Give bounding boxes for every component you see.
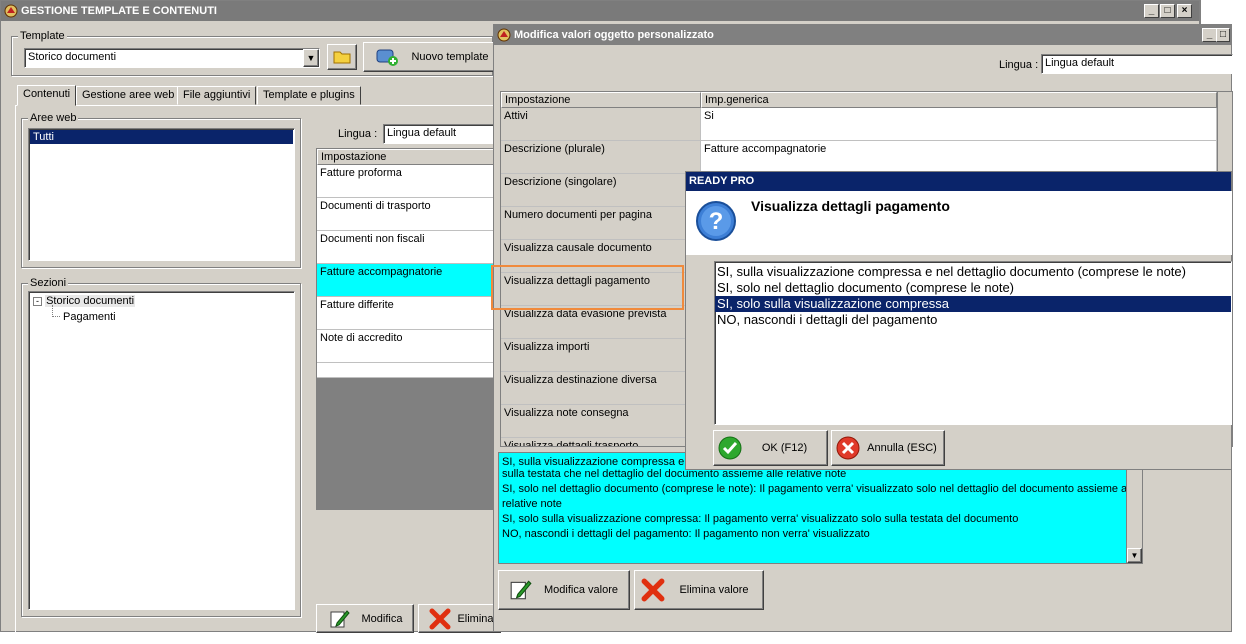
template-select[interactable]: Storico documenti ▼ (24, 48, 320, 68)
minimize-button[interactable]: _ (1144, 4, 1159, 18)
folder-icon (333, 51, 351, 64)
table-row[interactable]: Documenti non fiscali (317, 231, 502, 264)
delete-button[interactable]: Elimina (418, 604, 501, 633)
main-title: GESTIONE TEMPLATE E CONTENUTI (21, 5, 217, 17)
edit-icon (330, 609, 350, 627)
setting-cell[interactable]: Numero documenti per pagina (501, 207, 701, 240)
setting-cell[interactable]: Visualizza dettagli trasporto (501, 438, 701, 446)
new-template-icon (376, 49, 398, 66)
value-cell[interactable]: Fatture accompagnatorie (701, 141, 1217, 174)
svg-text:?: ? (709, 208, 724, 235)
tab-strip: Contenuti Gestione aree web File aggiunt… (17, 85, 497, 106)
tab-template-plugins[interactable]: Template e plugins (257, 86, 361, 105)
maximize-button[interactable]: □ (1160, 4, 1175, 18)
description-line: relative note (502, 498, 562, 510)
main-title-bar: GESTIONE TEMPLATE E CONTENUTI _ □ × (1, 1, 1199, 21)
settings-grid: Impostazione Fatture proforma Documenti d… (316, 148, 502, 510)
description-line: SI, solo nel dettaglio documento (compre… (502, 483, 1139, 495)
table-row[interactable]: Fatture differite (317, 297, 502, 330)
collapse-icon[interactable]: - (33, 296, 42, 306)
check-icon (718, 436, 742, 460)
sezioni-tree[interactable]: - Storico documenti Pagamenti (28, 291, 295, 610)
setting-cell[interactable]: Attivi (501, 108, 701, 141)
tree-child[interactable]: Pagamenti (63, 311, 116, 323)
delete-value-button[interactable]: Elimina valore (634, 570, 764, 610)
tab-contenuti[interactable]: Contenuti (17, 85, 77, 106)
dialog-title-bar: READY PRO (686, 172, 1231, 191)
edit-title: Modifica valori oggetto personalizzato (514, 29, 714, 41)
open-folder-button[interactable] (327, 44, 357, 70)
lingua-select[interactable]: Lingua default (383, 124, 501, 144)
option-item[interactable]: NO, nascondi i dettagli del pagamento (715, 312, 1231, 328)
modify-button[interactable]: Modifica (316, 604, 414, 633)
lingua-label: Lingua : (338, 128, 378, 140)
chevron-down-icon[interactable]: ▼ (303, 49, 319, 67)
table-row[interactable]: Documenti di trasporto (317, 198, 502, 231)
dialog-question: Visualizza dettagli pagamento (751, 198, 950, 214)
setting-cell[interactable]: Visualizza destinazione diversa (501, 372, 701, 405)
list-item[interactable]: Tutti (30, 130, 293, 144)
edit-icon (510, 580, 532, 600)
edit-maximize-button[interactable]: □ (1216, 28, 1230, 42)
value-cell[interactable]: Si (701, 108, 1217, 141)
edit-title-bar: Modifica valori oggetto personalizzato _… (494, 25, 1231, 45)
sezioni-label: Sezioni (28, 277, 69, 289)
options-container: SI, sulla visualizzazione compressa e ne… (715, 262, 1231, 328)
table-row[interactable]: Fatture accompagnatorie (317, 264, 502, 297)
cancel-icon (836, 436, 860, 460)
setting-cell[interactable]: Visualizza note consegna (501, 405, 701, 438)
options-list[interactable]: SI, sulla visualizzazione compressa e ne… (714, 261, 1232, 425)
tab-gestione-aree-web[interactable]: Gestione aree web (76, 86, 181, 105)
ready-pro-dialog: READY PRO ? Visualizza dettagli pagament… (685, 171, 1232, 470)
callout-highlight (491, 265, 684, 310)
aree-web-label: Aree web (28, 112, 79, 124)
edit-lingua-label: Lingua : (999, 59, 1039, 71)
ok-button[interactable]: OK (F12) (713, 430, 828, 466)
edit-lingua-select[interactable]: Lingua default (1041, 54, 1233, 74)
app-icon (4, 4, 18, 18)
delete-x-icon (641, 578, 665, 602)
edit-grid-header-setting: Impostazione (501, 92, 701, 108)
tree-root[interactable]: - Storico documenti (33, 295, 136, 307)
tab-file-aggiuntivi[interactable]: File aggiuntivi (177, 86, 257, 105)
modify-value-button[interactable]: Modifica valore (498, 570, 630, 610)
dialog-title: READY PRO (689, 175, 755, 187)
edit-minimize-button[interactable]: _ (1202, 28, 1217, 42)
table-row[interactable]: Fatture proforma (317, 165, 502, 198)
close-button[interactable]: × (1177, 4, 1192, 18)
edit-grid-scrollbar[interactable] (1217, 92, 1232, 172)
app-icon (497, 28, 511, 42)
option-item[interactable]: SI, solo sulla visualizzazione compressa (715, 296, 1231, 312)
aree-web-list[interactable]: Tutti (28, 128, 295, 261)
setting-cell[interactable]: Visualizza data evasione prevista (501, 306, 701, 339)
template-label: Template (18, 30, 67, 42)
scroll-down-button[interactable]: ▼ (1127, 548, 1142, 563)
option-item[interactable]: SI, solo nel dettaglio documento (compre… (715, 280, 1231, 296)
setting-cell[interactable]: Descrizione (singolare) (501, 174, 701, 207)
dialog-header: ? Visualizza dettagli pagamento (686, 191, 1232, 255)
grid-header: Impostazione (317, 149, 502, 165)
description-line: SI, solo sulla visualizzazione compressa… (502, 513, 1019, 525)
grid-blank-row (317, 363, 502, 378)
description-line: NO, nascondi i dettagli del pagamento: I… (502, 528, 870, 540)
setting-cell[interactable]: Visualizza importi (501, 339, 701, 372)
table-row[interactable]: Note di accredito (317, 330, 502, 363)
cancel-button[interactable]: Annulla (ESC) (831, 430, 945, 466)
delete-x-icon (429, 608, 451, 629)
setting-cell[interactable]: Descrizione (plurale) (501, 141, 701, 174)
option-item[interactable]: SI, sulla visualizzazione compressa e ne… (715, 264, 1231, 280)
tree-connector (52, 305, 60, 317)
question-icon: ? (696, 201, 736, 241)
edit-grid-header-value: Imp.generica (701, 92, 1217, 108)
new-template-button[interactable]: Nuovo template (363, 42, 495, 72)
